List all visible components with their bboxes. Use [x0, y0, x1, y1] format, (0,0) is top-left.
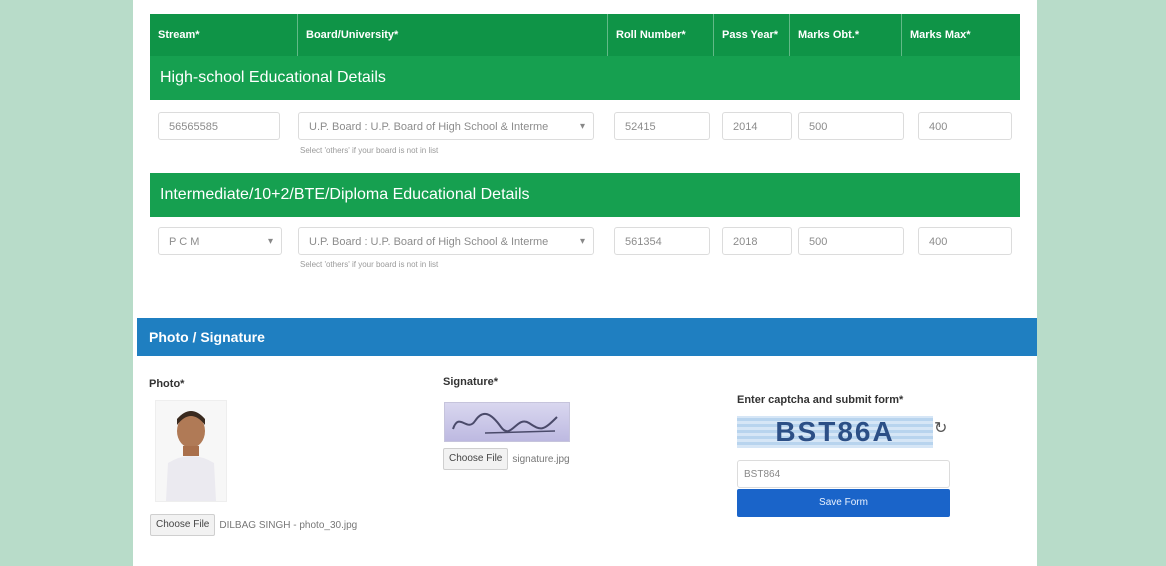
photo-preview — [155, 400, 227, 502]
chevron-down-icon: ▾ — [267, 236, 273, 247]
chevron-down-icon: ▾ — [579, 121, 585, 132]
header-stream: Stream* — [150, 14, 298, 56]
highschool-board-hint: Select 'others' if your board is not in … — [300, 146, 439, 155]
highschool-roll-field[interactable]: 52415 — [614, 112, 710, 140]
signature-image — [452, 412, 558, 434]
highschool-board-select[interactable]: U.P. Board : U.P. Board of High School &… — [298, 112, 594, 140]
photo-file-name: DILBAG SINGH - photo_30.jpg — [219, 519, 358, 531]
education-panel: Stream* Board/University* Roll Number* P… — [150, 14, 1020, 289]
header-marks-obt: Marks Obt.* — [790, 14, 902, 56]
highschool-section-title: High-school Educational Details — [150, 56, 1020, 100]
header-board: Board/University* — [298, 14, 608, 56]
signature-file-chooser[interactable]: Choose File signature.jpg — [443, 448, 570, 470]
intermediate-roll-field[interactable]: 561354 — [614, 227, 710, 255]
captcha-input[interactable]: BST864 — [737, 460, 950, 488]
signature-preview — [444, 402, 570, 442]
header-pass-year: Pass Year* — [714, 14, 790, 56]
intermediate-board-select[interactable]: U.P. Board : U.P. Board of High School &… — [298, 227, 594, 255]
person-photo-icon — [156, 401, 226, 501]
intermediate-marks-max-field[interactable]: 400 — [918, 227, 1012, 255]
intermediate-board-value: U.P. Board : U.P. Board of High School &… — [309, 236, 549, 248]
signature-file-name: signature.jpg — [512, 453, 570, 465]
education-table-header: Stream* Board/University* Roll Number* P… — [150, 14, 1020, 56]
captcha-label: Enter captcha and submit form* — [737, 394, 904, 406]
chevron-down-icon: ▾ — [579, 236, 585, 247]
refresh-icon[interactable]: ↻ — [934, 418, 947, 438]
intermediate-pass-year-field[interactable]: 2018 — [722, 227, 792, 255]
header-marks-max: Marks Max* — [910, 29, 971, 41]
header-roll-number: Roll Number* — [608, 14, 714, 56]
intermediate-stream-select[interactable]: P C M ▾ — [158, 227, 282, 255]
highschool-stream-field[interactable]: 56565585 — [158, 112, 280, 140]
signature-label: Signature* — [443, 376, 499, 388]
intermediate-section-title: Intermediate/10+2/BTE/Diploma Educationa… — [150, 173, 1020, 217]
intermediate-board-hint: Select 'others' if your board is not in … — [300, 260, 439, 269]
intermediate-marks-obt-field[interactable]: 500 — [798, 227, 904, 255]
highschool-marks-max-field[interactable]: 400 — [918, 112, 1012, 140]
photo-label: Photo* — [149, 378, 185, 390]
photo-choose-file-button[interactable]: Choose File — [150, 514, 216, 536]
signature-choose-file-button[interactable]: Choose File — [443, 448, 509, 470]
save-form-button[interactable]: Save Form — [737, 489, 950, 517]
highschool-marks-obt-field[interactable]: 500 — [798, 112, 904, 140]
photo-signature-section-title: Photo / Signature — [137, 318, 1037, 356]
captcha-image: BST86A — [737, 416, 933, 448]
intermediate-stream-value: P C M — [169, 236, 200, 248]
photo-file-chooser[interactable]: Choose File DILBAG SINGH - photo_30.jpg — [150, 514, 357, 536]
highschool-board-value: U.P. Board : U.P. Board of High School &… — [309, 121, 549, 133]
highschool-pass-year-field[interactable]: 2014 — [722, 112, 792, 140]
